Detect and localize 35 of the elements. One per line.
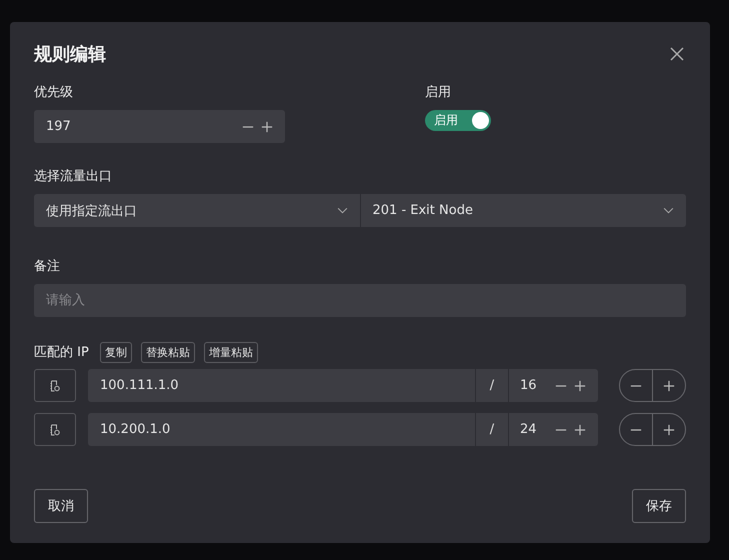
import-button[interactable] (34, 369, 76, 402)
slash-separator: / (475, 369, 509, 402)
action-button[interactable]: 复制 (100, 342, 132, 363)
slash-separator: / (475, 413, 509, 446)
chevron-down-icon (663, 207, 674, 214)
plus-icon (663, 380, 675, 392)
note-input[interactable]: 请输入 (34, 284, 686, 317)
select-field[interactable]: 201 - Exit Node (360, 194, 686, 227)
field-label: 匹配的 IP (34, 344, 89, 362)
plus-icon (261, 120, 273, 132)
plus-icon (574, 424, 586, 436)
plus-icon (663, 424, 675, 436)
toggle-switch[interactable]: 启用 (425, 110, 491, 131)
cancel-button[interactable]: 取消 (34, 489, 88, 523)
field-label: 优先级 (34, 84, 74, 102)
ip-input[interactable]: 10.200.1.0 (88, 413, 475, 446)
chevron-down-icon (336, 207, 348, 214)
prefix-number-field[interactable]: 24 (509, 413, 598, 446)
close-icon (670, 47, 684, 61)
document-icon (49, 424, 61, 436)
close-button[interactable] (670, 47, 684, 61)
import-button[interactable] (34, 413, 76, 446)
field-label: 启用 (425, 84, 452, 102)
field-label: 备注 (34, 258, 61, 276)
field-label: 选择流量出口 (34, 168, 113, 186)
dialog-title: 规则编辑 (34, 43, 106, 66)
action-button[interactable]: 增量粘贴 (204, 342, 258, 363)
number-field[interactable]: 197 (34, 110, 285, 143)
prefix-number-field[interactable]: 16 (509, 369, 598, 402)
save-button[interactable]: 保存 (632, 489, 686, 523)
ip-input[interactable]: 100.111.1.0 (88, 369, 475, 402)
select-field[interactable]: 使用指定流出口 (34, 194, 360, 227)
plus-icon (574, 380, 586, 392)
action-button[interactable]: 替换粘贴 (140, 342, 195, 363)
document-icon (49, 380, 61, 392)
